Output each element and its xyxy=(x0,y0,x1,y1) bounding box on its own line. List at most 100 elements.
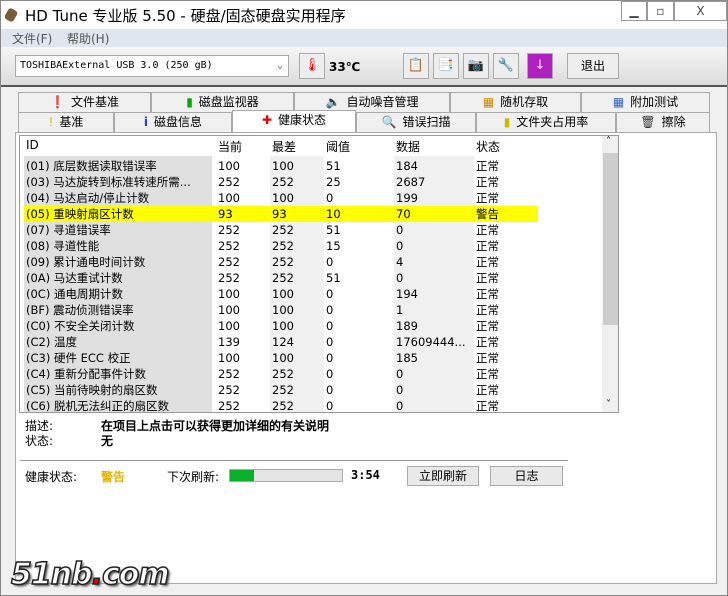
refresh-progress-bar xyxy=(229,469,343,482)
table-row[interactable]: (01) 底层数据读取错误率 100 100 51 184 正常 xyxy=(24,158,538,174)
table-cell: (04) 马达启动/停止计数 xyxy=(26,191,150,205)
table-cell: 100 xyxy=(218,303,240,317)
tab-benchmark[interactable]: ! 基准 xyxy=(18,112,114,132)
table-cell: 194 xyxy=(396,287,418,301)
tab-error-scan[interactable]: 🔍 错误扫描 xyxy=(356,112,476,132)
table-cell: 252 xyxy=(218,255,240,269)
table-cell: 正常 xyxy=(476,159,499,173)
options-button[interactable]: 🔧 xyxy=(493,53,519,79)
tab-aam[interactable]: 🔈 自动噪音管理 xyxy=(294,92,450,112)
table-cell: 正常 xyxy=(476,191,499,205)
table-cell: 100 xyxy=(272,319,294,333)
table-cell: 警告 xyxy=(476,207,499,221)
table-cell: 17609444... xyxy=(396,335,466,349)
header-id[interactable]: ID xyxy=(26,138,39,156)
table-cell: 51 xyxy=(326,271,341,285)
save-down-arrow-icon[interactable]: ↓ xyxy=(527,53,553,79)
table-row[interactable]: (C0) 不安全关闭计数 100 100 0 189 正常 xyxy=(24,318,538,334)
scroll-down-icon[interactable]: ˅ xyxy=(606,399,611,410)
table-cell: 正常 xyxy=(476,335,499,349)
screenshot-button[interactable]: 📷 xyxy=(463,53,489,79)
thermometer-icon[interactable]: 🌡 xyxy=(299,53,325,79)
table-cell: 15 xyxy=(326,239,341,253)
tab-erase[interactable]: 🗑 擦除 xyxy=(616,112,710,132)
table-cell: 199 xyxy=(396,191,418,205)
tab-label: 健康状态 xyxy=(278,113,327,127)
speaker-icon: 🔈 xyxy=(325,95,341,109)
table-cell: (01) 底层数据读取错误率 xyxy=(26,159,157,173)
table-cell: 252 xyxy=(272,383,294,397)
copy-text-button[interactable]: 📋 xyxy=(403,53,429,79)
table-cell: (05) 重映射扇区计数 xyxy=(26,207,134,221)
table-cell: 0 xyxy=(326,367,334,381)
table-row[interactable]: (05) 重映射扇区计数 93 93 10 70 警告 xyxy=(24,206,538,222)
header-worst[interactable]: 最差 xyxy=(272,138,296,156)
table-row[interactable]: (08) 寻道性能 252 252 15 0 正常 xyxy=(24,238,538,254)
exit-button[interactable]: 退出 xyxy=(567,53,619,79)
tab-disk-info[interactable]: i 磁盘信息 xyxy=(114,112,232,132)
table-cell: 0 xyxy=(396,367,404,381)
table-cell: 252 xyxy=(272,239,294,253)
table-row[interactable]: (C3) 硬件 ECC 校正 100 100 0 185 正常 xyxy=(24,350,538,366)
exclamation-icon: ! xyxy=(48,115,54,129)
table-row[interactable]: (09) 累计通电时间计数 252 252 0 4 正常 xyxy=(24,254,538,270)
tab-health[interactable]: ✚ 健康状态 xyxy=(232,110,356,132)
tab-label: 文件基准 xyxy=(70,95,119,109)
log-button[interactable]: 日志 xyxy=(490,466,563,486)
refresh-now-button[interactable]: 立即刷新 xyxy=(407,466,479,486)
tab-extra-tests[interactable]: ▦ 附加测试 xyxy=(581,92,710,112)
table-cell: (03) 马达旋转到标准转速所需... xyxy=(26,175,191,189)
table-cell: 252 xyxy=(272,223,294,237)
tab-disk-monitor[interactable]: ▮ 磁盘监视器 xyxy=(151,92,294,112)
table-cell: 100 xyxy=(272,191,294,205)
table-row[interactable]: (0C) 通电周期计数 100 100 0 194 正常 xyxy=(24,286,538,302)
table-row[interactable]: (0A) 马达重试计数 252 252 51 0 正常 xyxy=(24,270,538,286)
header-status[interactable]: 状态 xyxy=(476,138,500,156)
table-cell: 4 xyxy=(396,255,404,269)
table-row[interactable]: (07) 寻道错误率 252 252 51 0 正常 xyxy=(24,222,538,238)
maximize-button[interactable]: ▫ xyxy=(647,1,674,21)
header-threshold[interactable]: 阈值 xyxy=(326,138,350,156)
table-cell: 正常 xyxy=(476,319,499,333)
table-cell: 252 xyxy=(272,271,294,285)
table-row[interactable]: (C5) 当前待映射的扇区数 252 252 0 0 正常 xyxy=(24,382,538,398)
scroll-thumb[interactable] xyxy=(603,153,618,325)
header-current[interactable]: 当前 xyxy=(218,138,242,156)
table-cell: 2687 xyxy=(396,175,426,189)
scroll-up-icon[interactable]: ˄ xyxy=(606,136,611,147)
table-row[interactable]: (04) 马达启动/停止计数 100 100 0 199 正常 xyxy=(24,190,538,206)
table-cell: 70 xyxy=(396,207,411,221)
window-title: HD Tune 专业版 5.50 - 硬盘/固态硬盘实用程序 xyxy=(25,7,346,25)
divider xyxy=(20,460,568,461)
table-cell: 100 xyxy=(272,159,294,173)
drive-select[interactable]: TOSHIBAExternal USB 3.0 (250 gB) ⌄ xyxy=(15,55,289,77)
minimize-button[interactable]: ▁ xyxy=(621,1,647,21)
tab-file-benchmark[interactable]: ❗ 文件基准 xyxy=(18,92,151,112)
table-cell: 正常 xyxy=(476,175,499,189)
table-cell: 100 xyxy=(218,159,240,173)
table-row[interactable]: (C6) 脱机无法纠正的扇区数 252 252 0 0 正常 xyxy=(24,398,538,413)
table-row[interactable]: (BF) 震动侦测错误率 100 100 0 1 正常 xyxy=(24,302,538,318)
table-cell: 93 xyxy=(272,207,287,221)
table-cell: 252 xyxy=(272,399,294,413)
table-cell: 0 xyxy=(326,383,334,397)
tab-random-access[interactable]: ▦ 随机存取 xyxy=(450,92,581,112)
table-cell: 0 xyxy=(396,383,404,397)
table-row[interactable]: (C4) 重新分配事件计数 252 252 0 0 正常 xyxy=(24,366,538,382)
toolbar: TOSHIBAExternal USB 3.0 (250 gB) ⌄ 🌡 33℃ … xyxy=(1,47,727,87)
close-button[interactable]: X xyxy=(674,1,727,21)
table-row[interactable]: (03) 马达旋转到标准转速所需... 252 252 25 2687 正常 xyxy=(24,174,538,190)
countdown: 3:54 xyxy=(351,468,380,482)
tab-folder-usage[interactable]: ▮ 文件夹占用率 xyxy=(476,112,616,132)
table-row[interactable]: (C2) 温度 139 124 0 17609444... 正常 xyxy=(24,334,538,350)
status-value: 无 xyxy=(101,434,114,448)
app-icon xyxy=(3,7,19,23)
menu-file[interactable]: 文件(F) xyxy=(12,30,52,47)
vertical-scrollbar[interactable]: ˄ ˅ xyxy=(602,136,618,412)
table-cell: 124 xyxy=(272,335,294,349)
table-cell: 189 xyxy=(396,319,418,333)
copy-image-button[interactable]: 📑 xyxy=(433,53,459,79)
menu-help[interactable]: 帮助(H) xyxy=(67,30,109,47)
header-data[interactable]: 数据 xyxy=(396,138,420,156)
table-cell: 0 xyxy=(326,303,334,317)
